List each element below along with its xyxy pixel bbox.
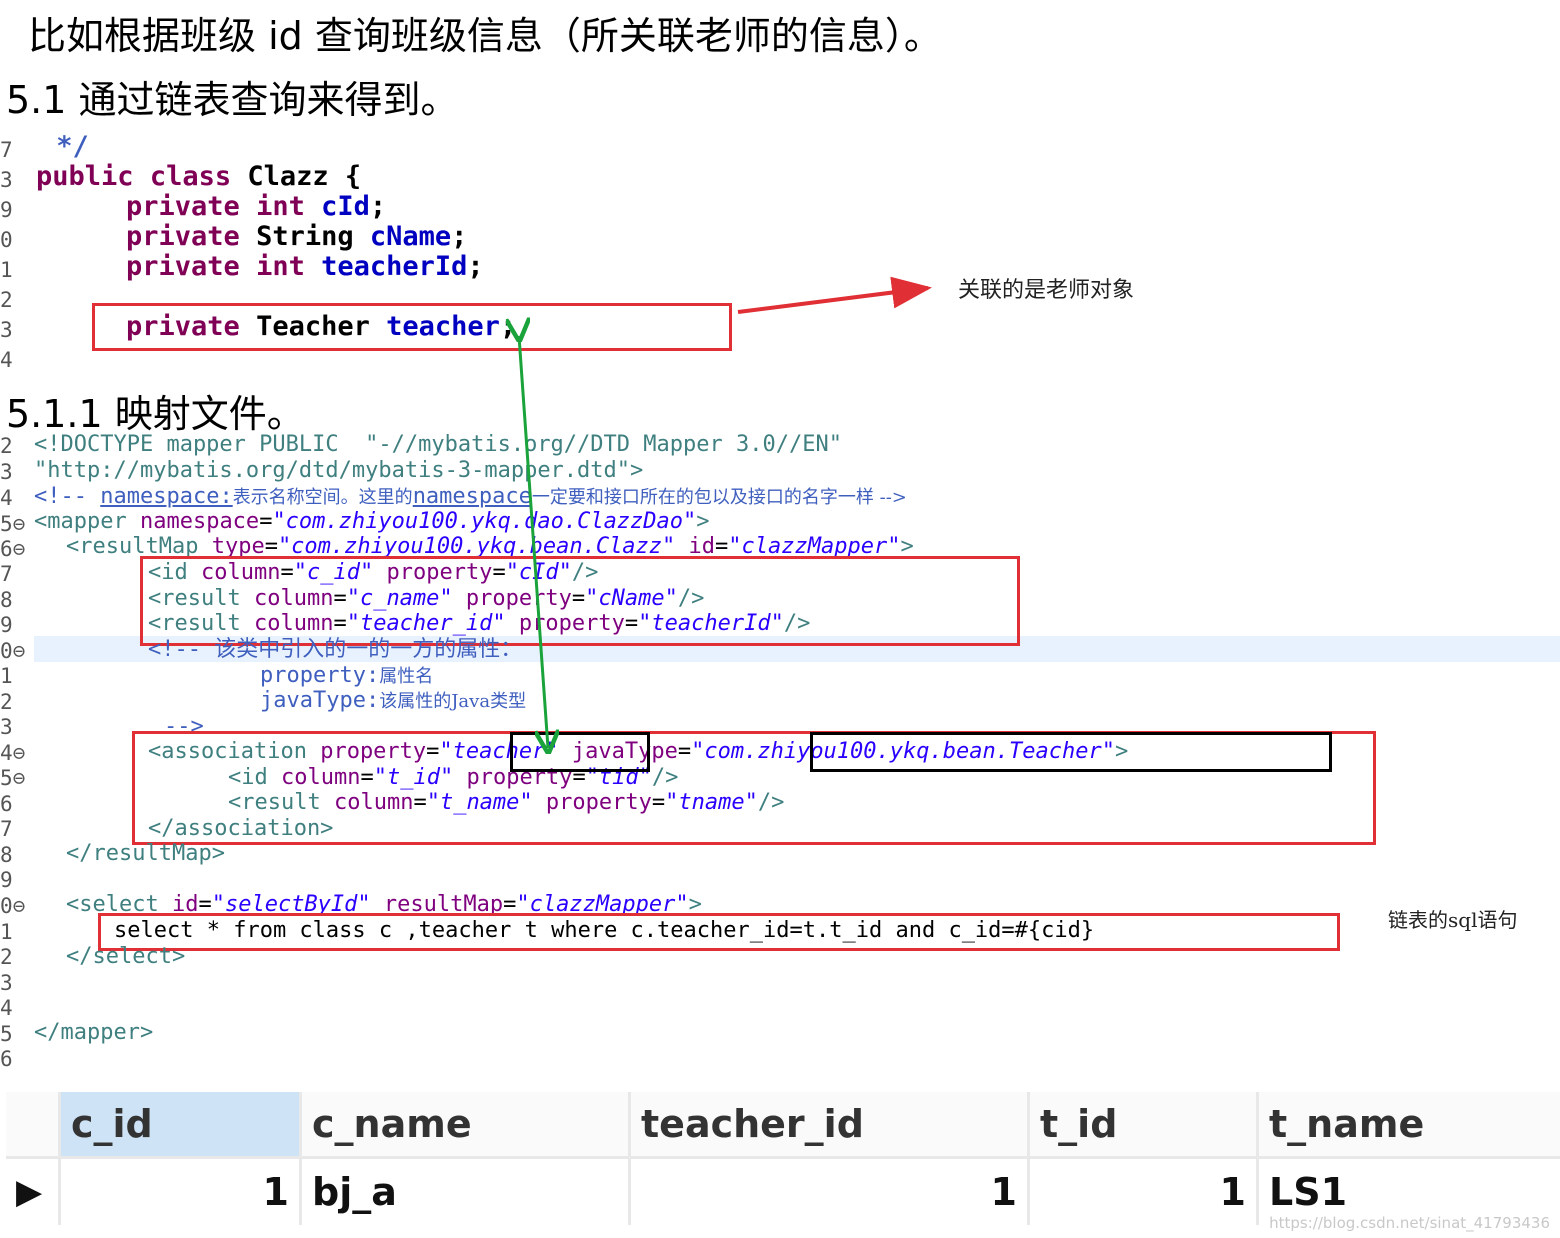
cell-teacher-id[interactable]: 1 bbox=[629, 1156, 1030, 1225]
query-result-table: c_id c_name teacher_id t_id t_name ▶ 1 b… bbox=[6, 1092, 1560, 1225]
red-arrow bbox=[737, 276, 932, 314]
col-header-t-name[interactable]: t_name bbox=[1257, 1092, 1560, 1158]
result-header-row: c_id c_name teacher_id t_id t_name bbox=[6, 1092, 1560, 1158]
col-header-c-id[interactable]: c_id bbox=[59, 1092, 302, 1158]
watermark: https://blog.csdn.net/sinat_41793436 bbox=[1269, 1214, 1550, 1232]
annotation-arrows bbox=[0, 276, 932, 1238]
col-header-c-name[interactable]: c_name bbox=[300, 1092, 631, 1158]
cell-c-name[interactable]: bj_a bbox=[300, 1156, 631, 1225]
row-marker-header bbox=[6, 1092, 61, 1158]
row-pointer-icon: ▶ bbox=[6, 1156, 61, 1225]
col-header-t-id[interactable]: t_id bbox=[1028, 1092, 1259, 1158]
cell-c-id[interactable]: 1 bbox=[59, 1156, 302, 1225]
green-arrow-up bbox=[519, 336, 548, 748]
cell-t-id[interactable]: 1 bbox=[1028, 1156, 1259, 1225]
col-header-teacher-id[interactable]: teacher_id bbox=[629, 1092, 1030, 1158]
